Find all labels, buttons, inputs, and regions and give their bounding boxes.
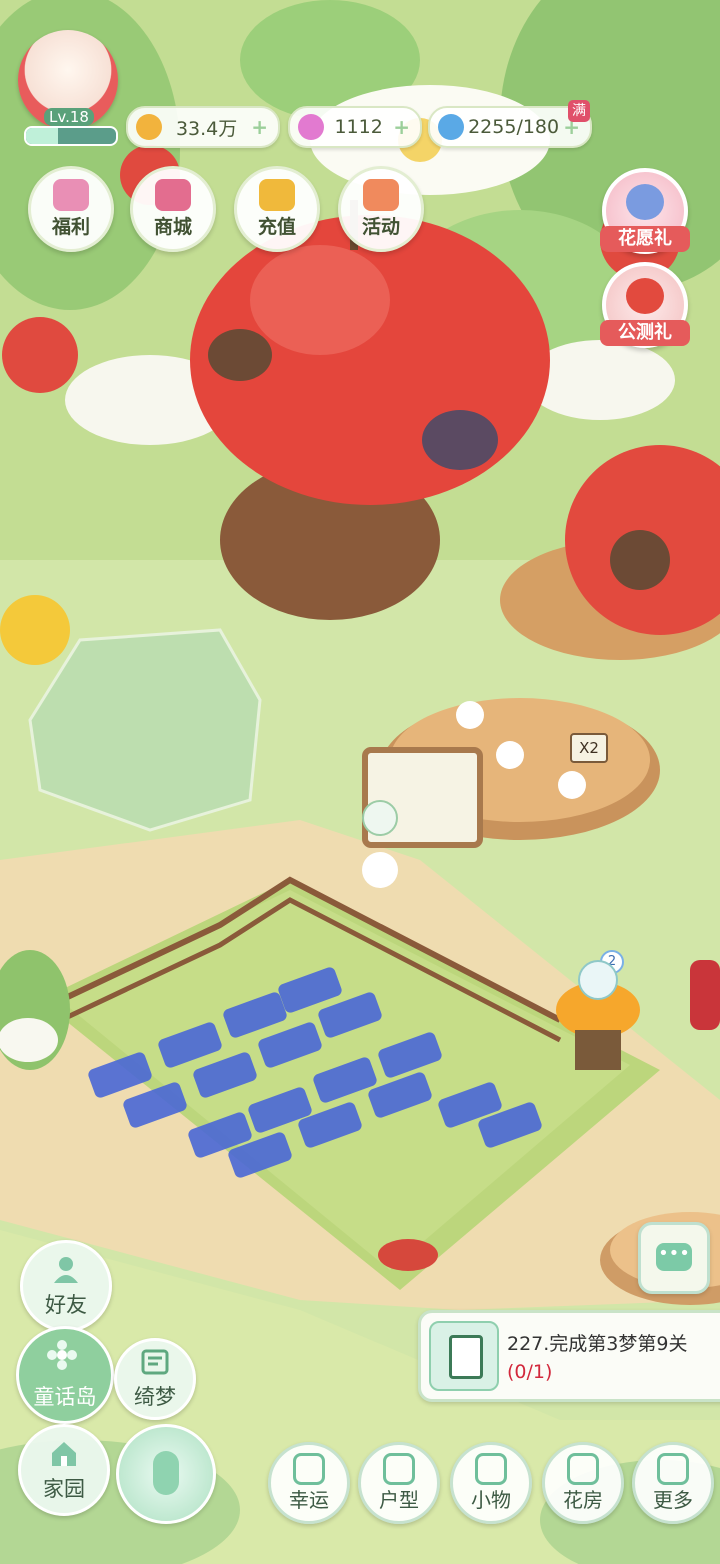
home-icon — [52, 1442, 76, 1466]
layout-cube-icon — [383, 1453, 415, 1485]
event-label: 花愿礼 — [600, 226, 690, 252]
flower-bouquet-icon — [626, 184, 664, 220]
flower-gem-icon — [298, 114, 324, 140]
home-label: 家园 — [43, 1477, 85, 1501]
menu-label: 充值 — [257, 216, 296, 238]
menu-label: 商城 — [153, 216, 192, 238]
home-button[interactable]: 家园 — [18, 1424, 110, 1516]
currency-gem[interactable]: 1112 + — [288, 106, 422, 148]
nav-lucky-spin-button[interactable]: 幸运 — [268, 1442, 350, 1524]
event-flower-bouquet-button[interactable]: 花愿礼 — [600, 168, 690, 254]
plus-icon[interactable]: + — [393, 115, 410, 139]
friends-label: 好友 — [45, 1293, 87, 1317]
fairy-orb-button[interactable] — [116, 1424, 216, 1524]
menu-label: 活动 — [361, 216, 400, 238]
nav-layout-cube-button[interactable]: 户型 — [358, 1442, 440, 1524]
menu-label: 福利 — [51, 216, 90, 238]
gift-icon — [53, 179, 89, 211]
friend-icon — [54, 1257, 78, 1283]
greenhouse-icon — [567, 1453, 599, 1485]
task-title: 227.完成第3梦第9关 — [507, 1333, 688, 1355]
castle-icon — [475, 1453, 507, 1485]
fairy-icon — [153, 1451, 179, 1495]
menu-cart-button[interactable]: 商城 — [130, 166, 216, 252]
nav-label: 花房 — [563, 1488, 603, 1512]
dream-button[interactable]: 绮梦 — [114, 1338, 196, 1420]
menu-gift-button[interactable]: 福利 — [28, 166, 114, 252]
water-full-badge: 满 — [568, 100, 590, 122]
dream-book-icon — [141, 1349, 169, 1375]
harvest-bubble[interactable] — [578, 960, 618, 1000]
menu-diamond-v-button[interactable]: 充值 — [234, 166, 320, 252]
fairy-island-button[interactable]: 童话岛 — [16, 1326, 114, 1424]
task-bubble-board[interactable] — [362, 800, 398, 836]
chat-bubble-icon: ••• — [656, 1243, 692, 1271]
nav-label: 幸运 — [289, 1488, 329, 1512]
chat-button[interactable]: ••• — [638, 1222, 710, 1294]
diamond-v-icon — [259, 179, 295, 211]
task-progress: (0/1) — [507, 1361, 553, 1383]
nav-double-chevron-up-button[interactable]: 更多 — [632, 1442, 714, 1524]
fairy-island-label: 童话岛 — [33, 1385, 97, 1409]
plus-icon[interactable]: + — [251, 115, 268, 139]
nav-label: 小物 — [471, 1488, 511, 1512]
friends-button[interactable]: 好友 — [20, 1240, 112, 1332]
double-chevron-up-icon — [657, 1453, 689, 1485]
nav-castle-button[interactable]: 小物 — [450, 1442, 532, 1524]
event-apple-gift-button[interactable]: 公测礼 — [600, 262, 690, 348]
nav-greenhouse-button[interactable]: 花房 — [542, 1442, 624, 1524]
task-clipboard-icon — [429, 1321, 499, 1391]
cart-icon — [155, 179, 191, 211]
exp-bar — [24, 126, 118, 146]
gamepad-icon — [363, 179, 399, 211]
apple-gift-icon — [626, 278, 664, 314]
event-label: 公测礼 — [600, 320, 690, 346]
exp-bar-fill — [26, 128, 58, 144]
menu-gamepad-button[interactable]: 活动 — [338, 166, 424, 252]
water-drop-icon — [438, 114, 464, 140]
nav-label: 更多 — [653, 1488, 693, 1512]
currency-value: 1112 — [334, 116, 383, 138]
dream-label: 绮梦 — [134, 1385, 176, 1409]
player-level: Lv.18 — [44, 108, 94, 126]
coin-icon — [136, 114, 162, 140]
lucky-spin-icon — [293, 1453, 325, 1485]
currency-value: 33.4万 — [175, 117, 238, 140]
task-panel[interactable]: 227.完成第3梦第9关 (0/1) — [418, 1310, 720, 1402]
flower-island-icon — [47, 1340, 77, 1370]
currency-gold[interactable]: 33.4万 + — [126, 106, 280, 148]
multiplier-sign: X2 — [570, 733, 608, 763]
nav-label: 户型 — [379, 1488, 419, 1512]
currency-value: 2255/180 — [468, 116, 560, 138]
